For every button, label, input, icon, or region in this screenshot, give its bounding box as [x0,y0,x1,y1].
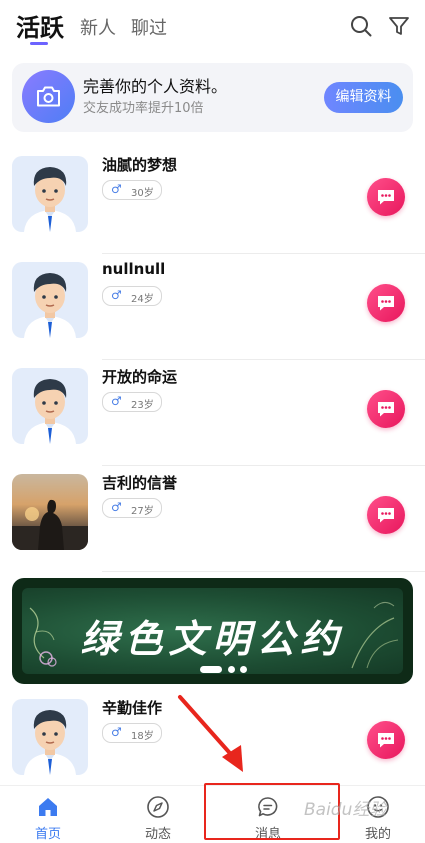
user-row[interactable]: 吉利的信誉 ♂ 27岁 [0,468,425,572]
camera-icon [37,86,60,107]
row-divider [102,359,425,360]
cartoon-man-avatar [24,710,76,775]
chat-button[interactable] [367,721,405,759]
row-divider [102,465,425,466]
row-divider [102,571,425,572]
nav-home[interactable]: 首页 [8,786,88,843]
home-icon [39,798,57,816]
chat-button[interactable] [367,284,405,322]
nav-moments[interactable]: 动态 [118,786,198,843]
male-icon: ♂ [111,182,122,196]
camera-badge[interactable] [22,70,75,123]
male-icon: ♂ [111,500,122,514]
avatar[interactable] [12,368,88,444]
age-label: 18岁 [131,731,154,742]
tab-active-underline [30,42,48,45]
user-row[interactable]: 辛勤佳作 ♂ 18岁 [0,693,425,797]
user-name: 辛勤佳作 [102,699,163,717]
carousel-dot-active [200,666,222,673]
age-label: 30岁 [131,188,154,199]
gender-age-badge: ♂ 30岁 [102,180,162,200]
user-name: 开放的命运 [102,368,178,386]
avatar[interactable] [12,156,88,232]
gender-age-badge: ♂ 18岁 [102,723,162,743]
male-icon: ♂ [111,725,122,739]
male-icon: ♂ [111,394,122,408]
user-row[interactable]: 开放的命运 ♂ 23岁 [0,362,425,466]
chat-bubble-icon [378,508,394,523]
nav-mine-label: 我的 [364,827,391,842]
avatar[interactable] [12,474,88,550]
cartoon-man-avatar [24,379,76,444]
age-label: 24岁 [131,294,154,305]
age-label: 23岁 [131,400,154,411]
sunset-photo-avatar [12,499,88,550]
carousel-dot [228,666,235,673]
chat-button[interactable] [367,390,405,428]
tab-chatted[interactable]: 聊过 [131,14,167,40]
gender-age-badge: ♂ 23岁 [102,392,162,412]
tab-active[interactable]: 活跃 [16,8,64,43]
user-name: nullnull [102,260,166,278]
banner-board: 绿色文明公约 [22,588,403,674]
compass-icon [147,796,169,818]
banner-title: 绿色文明公约 [80,616,345,661]
gender-age-badge: ♂ 24岁 [102,286,162,306]
cartoon-man-avatar [24,273,76,338]
watermark: Baidu经验 [304,800,387,820]
chat-bubble-icon [378,190,394,205]
row-divider [102,253,425,254]
promo-banner[interactable]: 绿色文明公约 [12,578,413,684]
profile-card-subtitle: 交友成功率提升10倍 [83,101,204,116]
gender-age-badge: ♂ 27岁 [102,498,162,518]
carousel-dot [240,666,247,673]
chat-button[interactable] [367,496,405,534]
search-icon[interactable] [349,14,373,38]
profile-card-title: 完善你的个人资料。 [83,77,228,96]
user-name: 吉利的信誉 [102,474,178,492]
avatar[interactable] [12,699,88,775]
filter-icon[interactable] [387,14,411,38]
complete-profile-card[interactable]: 完善你的个人资料。 交友成功率提升10倍 编辑资料 [12,63,413,132]
edit-profile-button[interactable]: 编辑资料 [324,82,403,113]
user-row[interactable]: 油腻的梦想 ♂ 30岁 [0,150,425,254]
chat-bubble-icon [378,733,394,748]
chat-bubble-icon [378,402,394,417]
user-row[interactable]: nullnull ♂ 24岁 [0,256,425,360]
nav-home-label: 首页 [34,827,61,842]
male-icon: ♂ [111,288,122,302]
top-bar: 活跃 新人 聊过 [0,0,425,52]
cartoon-man-avatar [24,167,76,232]
user-name: 油腻的梦想 [102,156,178,174]
nav-moments-label: 动态 [144,827,171,842]
chat-bubble-icon [378,296,394,311]
avatar[interactable] [12,262,88,338]
age-label: 27岁 [131,506,154,517]
chat-button[interactable] [367,178,405,216]
tab-new[interactable]: 新人 [80,14,116,40]
